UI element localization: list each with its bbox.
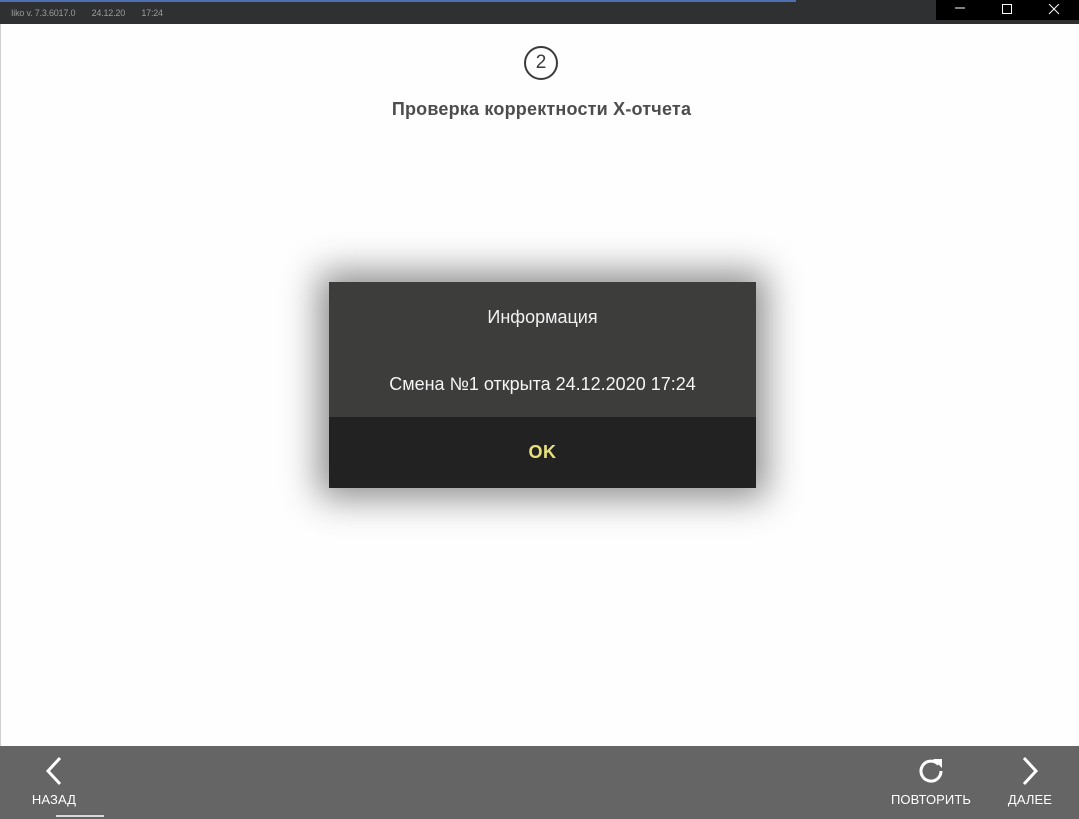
next-button[interactable]: ДАЛЕЕ: [1002, 746, 1058, 814]
minimize-icon: [954, 4, 966, 16]
app-version: Iiko v. 7.3.6017.0: [11, 8, 76, 18]
window-controls: [936, 0, 1079, 20]
title-date: 24.12.20: [91, 8, 126, 18]
maximize-icon: [1001, 4, 1013, 16]
refresh-icon: [916, 755, 946, 787]
window-left-border: [0, 24, 1, 746]
app-window: Iiko v. 7.3.6017.0 24.12.20 17:24 2 Пров…: [0, 0, 1079, 819]
back-button[interactable]: НАЗАД: [26, 746, 82, 814]
chevron-left-icon: [44, 755, 64, 787]
title-bar: Iiko v. 7.3.6017.0 24.12.20 17:24: [0, 0, 1079, 24]
title-bar-info: Iiko v. 7.3.6017.0 24.12.20 17:24: [11, 8, 177, 18]
next-button-label: ДАЛЕЕ: [1007, 792, 1053, 807]
info-dialog: Информация Смена №1 открыта 24.12.2020 1…: [329, 282, 756, 488]
bottom-nav-bar: НАЗАД ПОВТОРИТЬ ДАЛЕЕ: [0, 746, 1079, 819]
title-bar-accent: [0, 0, 796, 2]
repeat-button-label: ПОВТОРИТЬ: [890, 792, 972, 807]
step-title: Проверка корректности Х-отчета: [391, 99, 692, 119]
step-number: 2: [524, 46, 558, 80]
title-time: 17:24: [141, 8, 163, 18]
maximize-button[interactable]: [983, 0, 1030, 20]
dialog-message: Смена №1 открыта 24.12.2020 17:24: [389, 374, 696, 394]
ok-button-label: OK: [528, 442, 557, 462]
chevron-right-icon: [1020, 755, 1040, 787]
close-button[interactable]: [1030, 0, 1077, 20]
repeat-button[interactable]: ПОВТОРИТЬ: [891, 746, 971, 814]
back-focus-underline: [56, 815, 104, 817]
dialog-title: Информация: [487, 307, 598, 327]
dialog-body: Информация Смена №1 открыта 24.12.2020 1…: [329, 282, 756, 417]
back-button-label: НАЗАД: [31, 792, 77, 807]
close-icon: [1048, 4, 1060, 16]
ok-button[interactable]: OK: [329, 417, 756, 488]
minimize-button[interactable]: [936, 0, 983, 20]
